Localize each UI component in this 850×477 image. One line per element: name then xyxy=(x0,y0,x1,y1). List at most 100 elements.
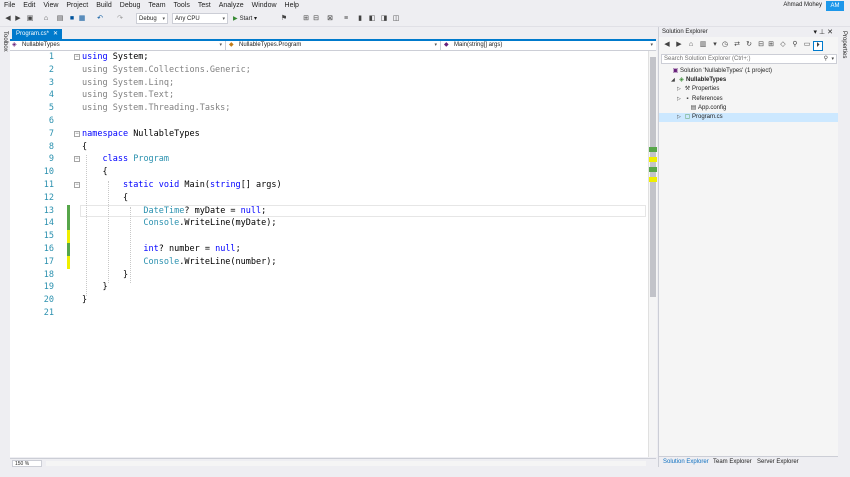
class-dropdown[interactable]: ◆ NullableTypes.Program ▾ xyxy=(227,41,441,50)
find-icon[interactable]: ⊞ xyxy=(302,15,310,23)
code-line[interactable]: 16 int? number = null; xyxy=(10,243,648,256)
show-all-files-icon[interactable]: ⊞ xyxy=(767,41,775,49)
history-icon[interactable]: ◷ xyxy=(721,41,729,49)
tree-node[interactable]: ▤ App.config xyxy=(659,104,839,113)
view-code-icon[interactable]: ◇ xyxy=(779,41,787,49)
open-file-icon[interactable]: ⌂ xyxy=(42,15,50,23)
menu-window[interactable]: Window xyxy=(248,0,281,12)
redo-icon[interactable]: ↷ xyxy=(116,15,124,23)
tab-solution-explorer[interactable]: Solution Explorer xyxy=(663,459,709,465)
vertical-scrollbar[interactable] xyxy=(648,51,657,457)
tree-node[interactable]: ▷ ⚒ Properties xyxy=(659,85,839,94)
refresh-icon[interactable]: ↻ xyxy=(745,41,753,49)
close-icon[interactable]: ✕ xyxy=(827,29,835,36)
code-line[interactable]: 15 xyxy=(10,230,648,244)
tree-node[interactable]: ▷ ▢ Program.cs xyxy=(659,113,839,122)
start-button[interactable]: ▶ Start ▾ xyxy=(233,13,257,25)
bookmark-next-icon[interactable]: ◨ xyxy=(380,15,388,23)
menu-team[interactable]: Team xyxy=(144,0,169,12)
tree-node[interactable]: ▷ ▪ References xyxy=(659,95,839,104)
code-line[interactable]: 10 { xyxy=(10,166,648,179)
tree-node[interactable]: ◢ ◈ NullableTypes xyxy=(659,76,839,85)
bookmark-prev-icon[interactable]: ◧ xyxy=(368,15,376,23)
preview-selected-icon[interactable]: ⏵ xyxy=(813,41,823,51)
menu-project[interactable]: Project xyxy=(62,0,92,12)
configuration-combo[interactable]: Debug ▾ xyxy=(136,13,168,24)
sync-icon[interactable]: ⇄ xyxy=(733,41,741,49)
code-line[interactable]: 13 DateTime? myDate = null; xyxy=(10,204,648,218)
menu-help[interactable]: Help xyxy=(281,0,303,12)
code-line[interactable]: 19 } xyxy=(10,281,648,294)
collapse-outline-icon[interactable]: − xyxy=(74,54,80,60)
user-name[interactable]: Ahmad Mohey xyxy=(783,2,822,8)
menu-test[interactable]: Test xyxy=(194,0,215,12)
pending-changes-icon[interactable]: ▾ xyxy=(711,41,719,49)
tree-node[interactable]: ▣ Solution 'NullableTypes' (1 project) xyxy=(659,67,839,76)
align-icon[interactable]: ⊠ xyxy=(326,15,334,23)
close-icon[interactable]: ✕ xyxy=(53,31,58,37)
undo-icon[interactable]: ↶ xyxy=(96,15,104,23)
open-icon[interactable]: ▤ xyxy=(56,15,64,23)
bookmark-icon[interactable]: ▮ xyxy=(356,15,364,23)
search-icon[interactable]: ⚲ xyxy=(824,55,828,64)
forward-icon[interactable]: ▶ xyxy=(14,15,22,23)
user-avatar[interactable]: AM xyxy=(826,1,844,11)
zoom-dropdown[interactable]: 150 % xyxy=(12,460,42,467)
collapse-outline-icon[interactable]: − xyxy=(74,130,80,137)
tab-program-cs[interactable]: Program.cs* ✕ xyxy=(12,29,63,39)
browser-link-icon[interactable]: ⚑ xyxy=(280,15,288,23)
collapse-all-icon[interactable]: ⊟ xyxy=(757,41,765,49)
back-icon[interactable]: ◀ xyxy=(663,41,671,49)
properties-tab[interactable]: Properties xyxy=(841,31,847,58)
pin-icon[interactable]: ⊥ xyxy=(819,29,827,36)
save-icon[interactable]: ■ xyxy=(68,15,76,23)
code-line[interactable]: 20} xyxy=(10,294,648,307)
platform-combo[interactable]: Any CPU ▾ xyxy=(172,13,228,24)
back-icon[interactable]: ◀ xyxy=(4,15,12,23)
comment-icon[interactable]: ≡ xyxy=(342,15,350,23)
home-icon[interactable]: ⌂ xyxy=(687,41,695,49)
code-line[interactable]: 8{ xyxy=(10,141,648,154)
menu-analyze[interactable]: Analyze xyxy=(215,0,248,12)
code-editor[interactable]: 1− using System; 2 using System.Collections… xyxy=(10,51,648,457)
code-line[interactable]: 3 using System.Linq; xyxy=(10,77,648,90)
code-line[interactable]: 21 xyxy=(10,307,648,320)
tab-team-explorer[interactable]: Team Explorer xyxy=(713,459,752,465)
code-line[interactable]: 1 − using System; xyxy=(10,51,648,64)
solution-explorer-search[interactable]: Search Solution Explorer (Ctrl+;) ⚲ ▾ xyxy=(661,54,837,64)
properties-icon[interactable]: ⚲ xyxy=(791,41,799,49)
save-all-icon[interactable]: ▦ xyxy=(78,15,86,23)
code-line[interactable]: 17 Console.WriteLine(number); xyxy=(10,255,648,269)
code-line[interactable]: 4 using System.Text; xyxy=(10,89,648,102)
tab-server-explorer[interactable]: Server Explorer xyxy=(757,459,799,465)
project-dropdown[interactable]: ◈ NullableTypes ▾ xyxy=(10,41,226,50)
code-line[interactable]: 14 Console.WriteLine(myDate); xyxy=(10,217,648,231)
code-line[interactable]: 18 } xyxy=(10,269,648,282)
code-line[interactable]: 5 using System.Threading.Tasks; xyxy=(10,102,648,115)
member-dropdown[interactable]: ◆ Main(string[] args) ▾ xyxy=(442,41,656,50)
menu-debug[interactable]: Debug xyxy=(116,0,145,12)
code-line[interactable]: 11 − static void Main(string[] args) xyxy=(10,179,648,192)
forward-icon[interactable]: ▶ xyxy=(675,41,683,49)
menu-view[interactable]: View xyxy=(39,0,62,12)
menu-file[interactable]: File xyxy=(0,0,19,12)
new-project-icon[interactable]: ▣ xyxy=(26,15,34,23)
toolbox-tab[interactable]: Toolbox xyxy=(2,31,8,52)
switch-views-icon[interactable]: ▥ xyxy=(699,41,707,49)
preview-icon[interactable]: ▭ xyxy=(803,41,811,49)
collapse-outline-icon[interactable]: − xyxy=(74,182,80,188)
menu-tools[interactable]: Tools xyxy=(170,0,194,12)
code-line[interactable]: 2 using System.Collections.Generic; xyxy=(10,64,648,77)
menu-edit[interactable]: Edit xyxy=(19,0,39,12)
code-line[interactable]: 9 − class Program xyxy=(10,153,648,166)
menu-build[interactable]: Build xyxy=(92,0,116,12)
code-line[interactable]: 6 xyxy=(10,115,648,128)
horizontal-scrollbar[interactable] xyxy=(46,461,646,466)
layout-icon[interactable]: ⊟ xyxy=(312,15,320,23)
bookmark-clear-icon[interactable]: ◫ xyxy=(392,15,400,23)
chevron-down-icon[interactable]: ▾ xyxy=(831,55,834,64)
collapse-outline-icon[interactable]: − xyxy=(74,156,80,163)
code-line[interactable]: 7 − namespace NullableTypes xyxy=(10,128,648,141)
code-line[interactable]: 12 { xyxy=(10,192,648,205)
code-token: Console xyxy=(143,256,180,267)
